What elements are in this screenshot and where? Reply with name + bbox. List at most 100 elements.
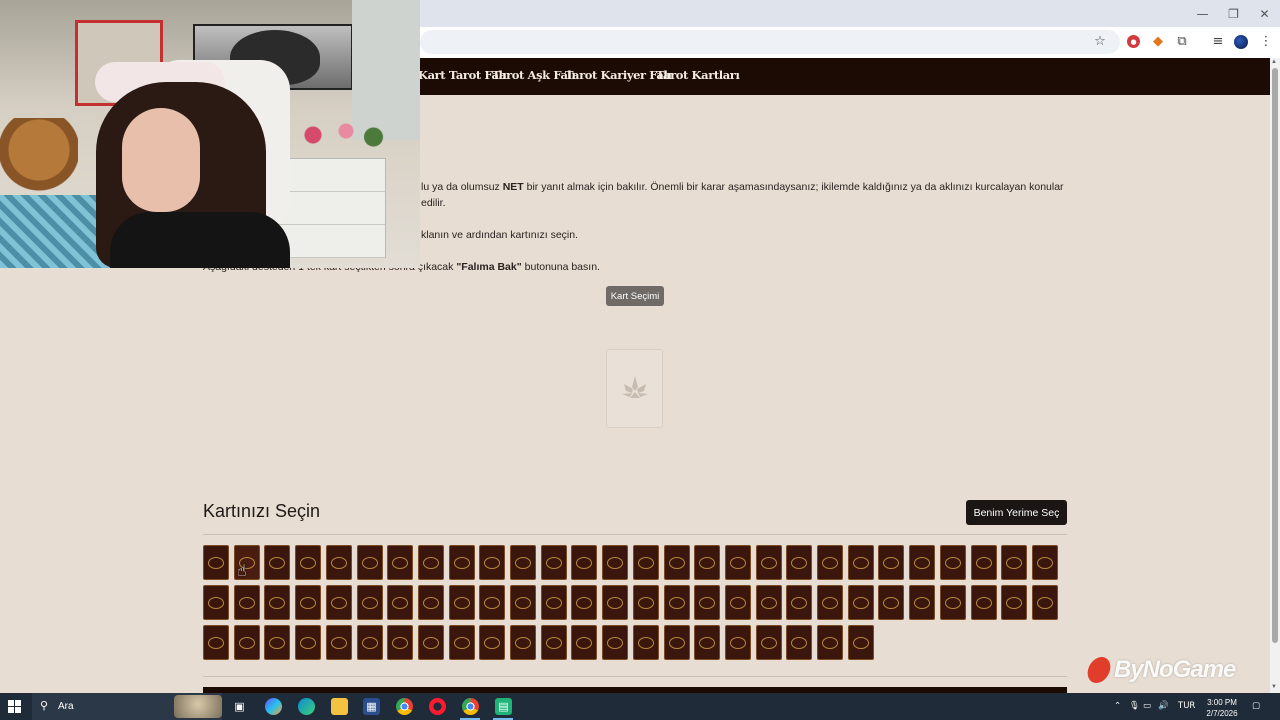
tarot-card-back[interactable] <box>602 585 628 620</box>
metamask-icon[interactable]: ◆ <box>1150 33 1166 49</box>
tarot-card-back[interactable] <box>694 545 720 580</box>
opera-icon[interactable] <box>429 698 446 715</box>
tarot-card-back[interactable] <box>449 625 475 660</box>
tarot-card-back[interactable] <box>1001 545 1027 580</box>
tarot-card-back[interactable] <box>756 585 782 620</box>
close-icon[interactable]: ✕ <box>1249 0 1280 27</box>
tarot-card-back[interactable] <box>479 625 505 660</box>
windows-start-icon[interactable] <box>8 700 21 713</box>
tarot-card-back[interactable] <box>326 545 352 580</box>
profile-avatar[interactable] <box>1234 35 1248 49</box>
choose-for-me-button[interactable]: Benim Yerime Seç <box>966 500 1067 525</box>
tarot-card-back[interactable] <box>971 585 997 620</box>
tarot-card-back[interactable] <box>387 585 413 620</box>
tarot-card-back[interactable] <box>387 545 413 580</box>
tarot-card-back[interactable] <box>909 585 935 620</box>
tarot-card-back[interactable] <box>571 545 597 580</box>
volume-icon[interactable]: 🔊 <box>1158 701 1169 711</box>
tarot-card-back[interactable] <box>418 545 444 580</box>
tarot-card-back[interactable] <box>203 585 229 620</box>
tarot-card-back[interactable] <box>541 625 567 660</box>
scroll-up-icon[interactable]: ▲ <box>1271 59 1277 65</box>
tarot-card-back[interactable] <box>633 545 659 580</box>
tarot-card-back[interactable] <box>234 625 260 660</box>
chevron-up-icon[interactable]: ⌃ <box>1114 701 1121 711</box>
tarot-card-back[interactable] <box>602 545 628 580</box>
tarot-card-back[interactable] <box>357 545 383 580</box>
tarot-card-back[interactable] <box>449 585 475 620</box>
tarot-card-back[interactable] <box>817 585 843 620</box>
store-icon[interactable]: ▦ <box>363 698 380 715</box>
tarot-card-back[interactable] <box>694 625 720 660</box>
tarot-card-back[interactable] <box>786 625 812 660</box>
task-view-icon[interactable]: ▣ <box>231 698 248 715</box>
network-icon[interactable]: ▭ <box>1143 701 1151 711</box>
tarot-card-back[interactable] <box>756 625 782 660</box>
tarot-card-back[interactable] <box>295 545 321 580</box>
tarot-card-back[interactable] <box>786 545 812 580</box>
tarot-card-back[interactable] <box>940 545 966 580</box>
tarot-card-back[interactable] <box>418 585 444 620</box>
tarot-card-back[interactable] <box>848 545 874 580</box>
tarot-card-back[interactable] <box>326 585 352 620</box>
tarot-card-back[interactable] <box>817 545 843 580</box>
tarot-card-back[interactable] <box>326 625 352 660</box>
file-explorer-icon[interactable] <box>331 698 348 715</box>
tarot-card-back[interactable] <box>510 545 536 580</box>
extension-red-icon[interactable]: ● <box>1127 35 1140 48</box>
tarot-card-back[interactable] <box>633 625 659 660</box>
page-scrollbar[interactable]: ▲ ▼ <box>1270 58 1280 693</box>
tarot-card-back[interactable] <box>234 585 260 620</box>
tarot-card-back[interactable] <box>878 585 904 620</box>
tarot-card-back[interactable] <box>909 545 935 580</box>
tarot-card-back[interactable] <box>264 625 290 660</box>
media-queue-icon[interactable]: ≡ <box>1210 33 1226 49</box>
scroll-thumb[interactable] <box>1272 68 1278 643</box>
tarot-card-back[interactable] <box>786 585 812 620</box>
tarot-card-back[interactable] <box>264 545 290 580</box>
tarot-card-back[interactable] <box>725 625 751 660</box>
copilot-icon[interactable] <box>265 698 282 715</box>
tarot-card-back[interactable] <box>510 585 536 620</box>
tarot-card-back[interactable] <box>817 625 843 660</box>
tarot-card-back[interactable] <box>1032 585 1058 620</box>
tarot-card-back[interactable] <box>357 585 383 620</box>
kart-secimi-button[interactable]: Kart Seçimi <box>606 286 664 306</box>
minimize-icon[interactable]: — <box>1187 0 1218 27</box>
tarot-card-back[interactable] <box>664 545 690 580</box>
more-menu-icon[interactable]: ⋮ <box>1258 33 1274 49</box>
tarot-card-back[interactable] <box>664 585 690 620</box>
tarot-card-back[interactable] <box>418 625 444 660</box>
tarot-card-back[interactable] <box>971 545 997 580</box>
tarot-card-back[interactable] <box>203 625 229 660</box>
nav-item-tarot-kartlari[interactable]: Tarot Kartları <box>656 68 740 82</box>
microphone-icon[interactable]: 🎙 <box>1129 701 1140 711</box>
tarot-card-back[interactable] <box>203 545 229 580</box>
edge-icon[interactable] <box>298 698 315 715</box>
tarot-card-back[interactable] <box>664 625 690 660</box>
tarot-card-back[interactable] <box>633 585 659 620</box>
notifications-icon[interactable]: ▢ <box>1252 701 1260 711</box>
tarot-card-back[interactable] <box>725 585 751 620</box>
tarot-card-back[interactable] <box>387 625 413 660</box>
tarot-card-back[interactable] <box>1032 545 1058 580</box>
tarot-card-back[interactable] <box>694 585 720 620</box>
tarot-card-back[interactable] <box>264 585 290 620</box>
tarot-card-back[interactable] <box>1001 585 1027 620</box>
tarot-card-back[interactable] <box>878 545 904 580</box>
tarot-card-back[interactable] <box>295 585 321 620</box>
tarot-card-back[interactable] <box>541 545 567 580</box>
tarot-card-back[interactable] <box>848 625 874 660</box>
tarot-card-back[interactable] <box>848 585 874 620</box>
chrome-icon[interactable] <box>396 698 413 715</box>
address-bar[interactable] <box>420 30 1120 54</box>
restore-icon[interactable]: ❐ <box>1218 0 1249 27</box>
extensions-puzzle-icon[interactable]: ⧉ <box>1174 33 1190 49</box>
tarot-card-back[interactable] <box>571 585 597 620</box>
app-icon[interactable]: ▤ <box>495 698 512 715</box>
tarot-card-back[interactable] <box>571 625 597 660</box>
tarot-card-back[interactable] <box>479 545 505 580</box>
tarot-card-back[interactable] <box>756 545 782 580</box>
tarot-card-back[interactable] <box>449 545 475 580</box>
tarot-card-back[interactable] <box>295 625 321 660</box>
